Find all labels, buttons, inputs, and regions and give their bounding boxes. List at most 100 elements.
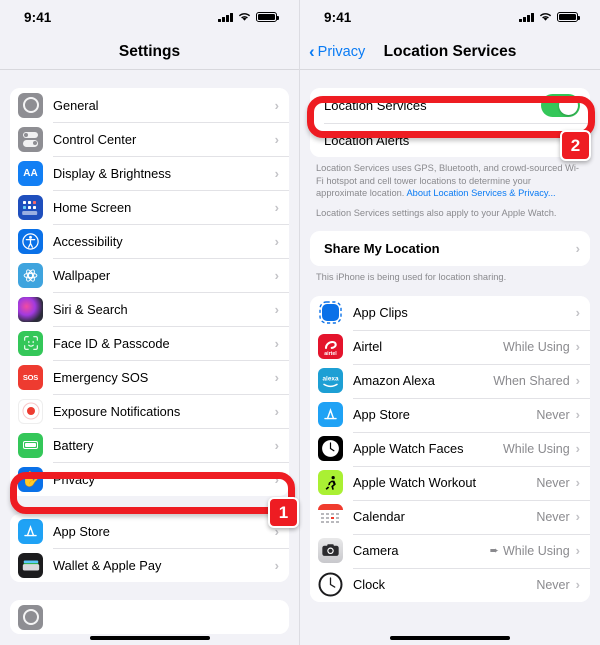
- wifi-icon: [238, 12, 251, 22]
- app-name: Clock: [353, 577, 385, 593]
- list-item-calendar[interactable]: Calendar Never ›: [310, 499, 590, 534]
- chevron-right-icon: ›: [274, 199, 279, 215]
- list-item-app-store[interactable]: App Store Never ›: [310, 397, 590, 432]
- app-permission-list: App Clips › airtel Airtel While Using › …: [310, 295, 590, 602]
- sidebar-item-label: Exposure Notifications: [53, 403, 181, 419]
- permission-value: Never: [536, 577, 570, 592]
- permission-value: Never: [536, 509, 570, 524]
- sidebar-item-label: Siri & Search: [53, 301, 128, 317]
- back-button-label: Privacy: [317, 43, 366, 60]
- sidebar-item-label: General: [53, 97, 99, 113]
- permission-value: While Using: [502, 339, 570, 354]
- sidebar-item-accessibility[interactable]: Accessibility ›: [10, 224, 289, 258]
- permission-value: When Shared: [493, 373, 570, 388]
- left-phone-settings-screen: 9:41 Settings General › Control Center ›…: [0, 0, 300, 645]
- battery-icon: [18, 432, 43, 458]
- list-item-amazon-alexa[interactable]: alexa Amazon Alexa When Shared ›: [310, 363, 590, 398]
- sidebar-item-label: Home Screen: [53, 199, 132, 215]
- about-location-privacy-link[interactable]: About Location Services & Privacy...: [406, 188, 555, 198]
- battery-full-icon: [256, 11, 279, 23]
- sidebar-item-control-center[interactable]: Control Center ›: [10, 122, 289, 156]
- sidebar-item-home-screen[interactable]: Home Screen ›: [10, 190, 289, 224]
- location-services-description: Location Services uses GPS, Bluetooth, a…: [300, 157, 600, 200]
- chevron-right-icon: ›: [274, 301, 279, 317]
- sidebar-item-privacy[interactable]: ✋ Privacy ›: [10, 462, 289, 496]
- app-name: Airtel: [353, 339, 383, 355]
- clock-icon: [318, 572, 343, 598]
- sidebar-item-face-id-passcode[interactable]: Face ID & Passcode ›: [10, 326, 289, 360]
- privacy-hand-icon: ✋: [18, 466, 43, 492]
- apple-watch-note: Location Services settings also apply to…: [316, 207, 557, 218]
- sidebar-item-label: Privacy: [53, 471, 95, 487]
- apple-watch-workout-icon: [318, 470, 343, 496]
- chevron-right-icon: ›: [575, 475, 580, 491]
- location-services-toggle[interactable]: [541, 94, 580, 117]
- sidebar-item-wallet-apple-pay[interactable]: Wallet & Apple Pay ›: [10, 548, 289, 582]
- sidebar-item-emergency-sos[interactable]: SOS Emergency SOS ›: [10, 360, 289, 394]
- back-button[interactable]: ‹ Privacy: [309, 43, 366, 60]
- airtel-icon: airtel: [318, 334, 343, 360]
- location-services-toggle-row[interactable]: Location Services: [310, 88, 590, 123]
- display-brightness-icon: AA: [18, 160, 43, 186]
- list-item-app-clips[interactable]: App Clips ›: [310, 295, 590, 330]
- screenshot-stage: 9:41 Settings General › Control Center ›…: [0, 0, 600, 645]
- permission-value: While Using: [502, 543, 570, 558]
- sidebar-item-app-store[interactable]: App Store ›: [10, 514, 289, 548]
- chevron-right-icon: ›: [575, 509, 580, 525]
- permission-value: While Using: [502, 441, 570, 456]
- sidebar-item-label: Battery: [53, 437, 94, 453]
- sidebar-item-display-brightness[interactable]: AA Display & Brightness ›: [10, 156, 289, 190]
- list-item-airtel[interactable]: airtel Airtel While Using ›: [310, 329, 590, 364]
- chevron-right-icon: ›: [274, 335, 279, 351]
- chevron-right-icon: ›: [274, 523, 279, 539]
- home-indicator: [390, 636, 510, 640]
- list-item-camera[interactable]: Camera ➨ While Using ›: [310, 533, 590, 568]
- settings-scroll-area[interactable]: General › Control Center › AA Display & …: [0, 70, 299, 645]
- exposure-notifications-icon: [18, 398, 43, 424]
- svg-text:alexa: alexa: [323, 376, 339, 383]
- chevron-right-icon: ›: [575, 407, 580, 423]
- status-bar-right: 9:41: [300, 0, 600, 34]
- list-item-clock[interactable]: Clock Never ›: [310, 567, 590, 602]
- permission-value: Never: [536, 407, 570, 422]
- location-alerts-label: Location Alerts: [324, 132, 410, 148]
- apple-watch-faces-icon: [318, 436, 343, 462]
- sidebar-item-battery[interactable]: Battery ›: [10, 428, 289, 462]
- chevron-right-icon: ›: [274, 165, 279, 181]
- sidebar-item-label: Wallet & Apple Pay: [53, 557, 162, 573]
- sidebar-item-general[interactable]: General ›: [10, 88, 289, 122]
- home-indicator: [89, 636, 210, 640]
- location-toggle-group: Location Services Location Alerts: [310, 88, 590, 157]
- list-item-apple-watch-workout[interactable]: Apple Watch Workout Never ›: [310, 465, 590, 500]
- settings-group-primary: General › Control Center › AA Display & …: [10, 88, 289, 496]
- sidebar-item-label: Emergency SOS: [53, 369, 149, 385]
- app-clips-icon: [318, 300, 343, 326]
- permission-value: Never: [536, 475, 570, 490]
- location-arrow-icon: ➨: [489, 545, 499, 558]
- sidebar-item-exposure-notifications[interactable]: Exposure Notifications ›: [10, 394, 289, 428]
- chevron-right-icon: ›: [575, 543, 580, 559]
- chevron-right-icon: ›: [274, 403, 279, 419]
- cellular-bars-icon: [519, 12, 534, 22]
- sidebar-item-partial[interactable]: [10, 600, 289, 634]
- amazon-alexa-icon: alexa: [318, 368, 343, 394]
- location-services-scroll-area[interactable]: Location Services Location Alerts Locati…: [300, 70, 600, 645]
- chevron-right-icon: ›: [575, 577, 580, 593]
- home-screen-icon: [18, 194, 43, 220]
- sidebar-item-wallpaper[interactable]: Wallpaper ›: [10, 258, 289, 292]
- chevron-right-icon: ›: [274, 369, 279, 385]
- list-item-apple-watch-faces[interactable]: Apple Watch Faces While Using ›: [310, 431, 590, 466]
- location-alerts-row[interactable]: Location Alerts: [310, 123, 590, 157]
- sidebar-item-label: Display & Brightness: [53, 165, 172, 181]
- share-my-location-row[interactable]: Share My Location ›: [310, 231, 590, 267]
- sidebar-item-label: App Store: [53, 523, 110, 539]
- chevron-right-icon: ›: [575, 441, 580, 457]
- sidebar-item-label: Wallpaper: [53, 267, 111, 283]
- right-phone-location-services-screen: 9:41 ‹ Privacy Location Services Locatio…: [300, 0, 600, 645]
- page-title: Settings: [118, 42, 181, 60]
- wifi-icon: [539, 12, 552, 22]
- share-my-location-label: Share My Location: [324, 241, 440, 257]
- status-bar-time: 9:41: [24, 9, 52, 25]
- app-name: Apple Watch Workout: [353, 475, 477, 491]
- sidebar-item-siri-search[interactable]: Siri & Search ›: [10, 292, 289, 326]
